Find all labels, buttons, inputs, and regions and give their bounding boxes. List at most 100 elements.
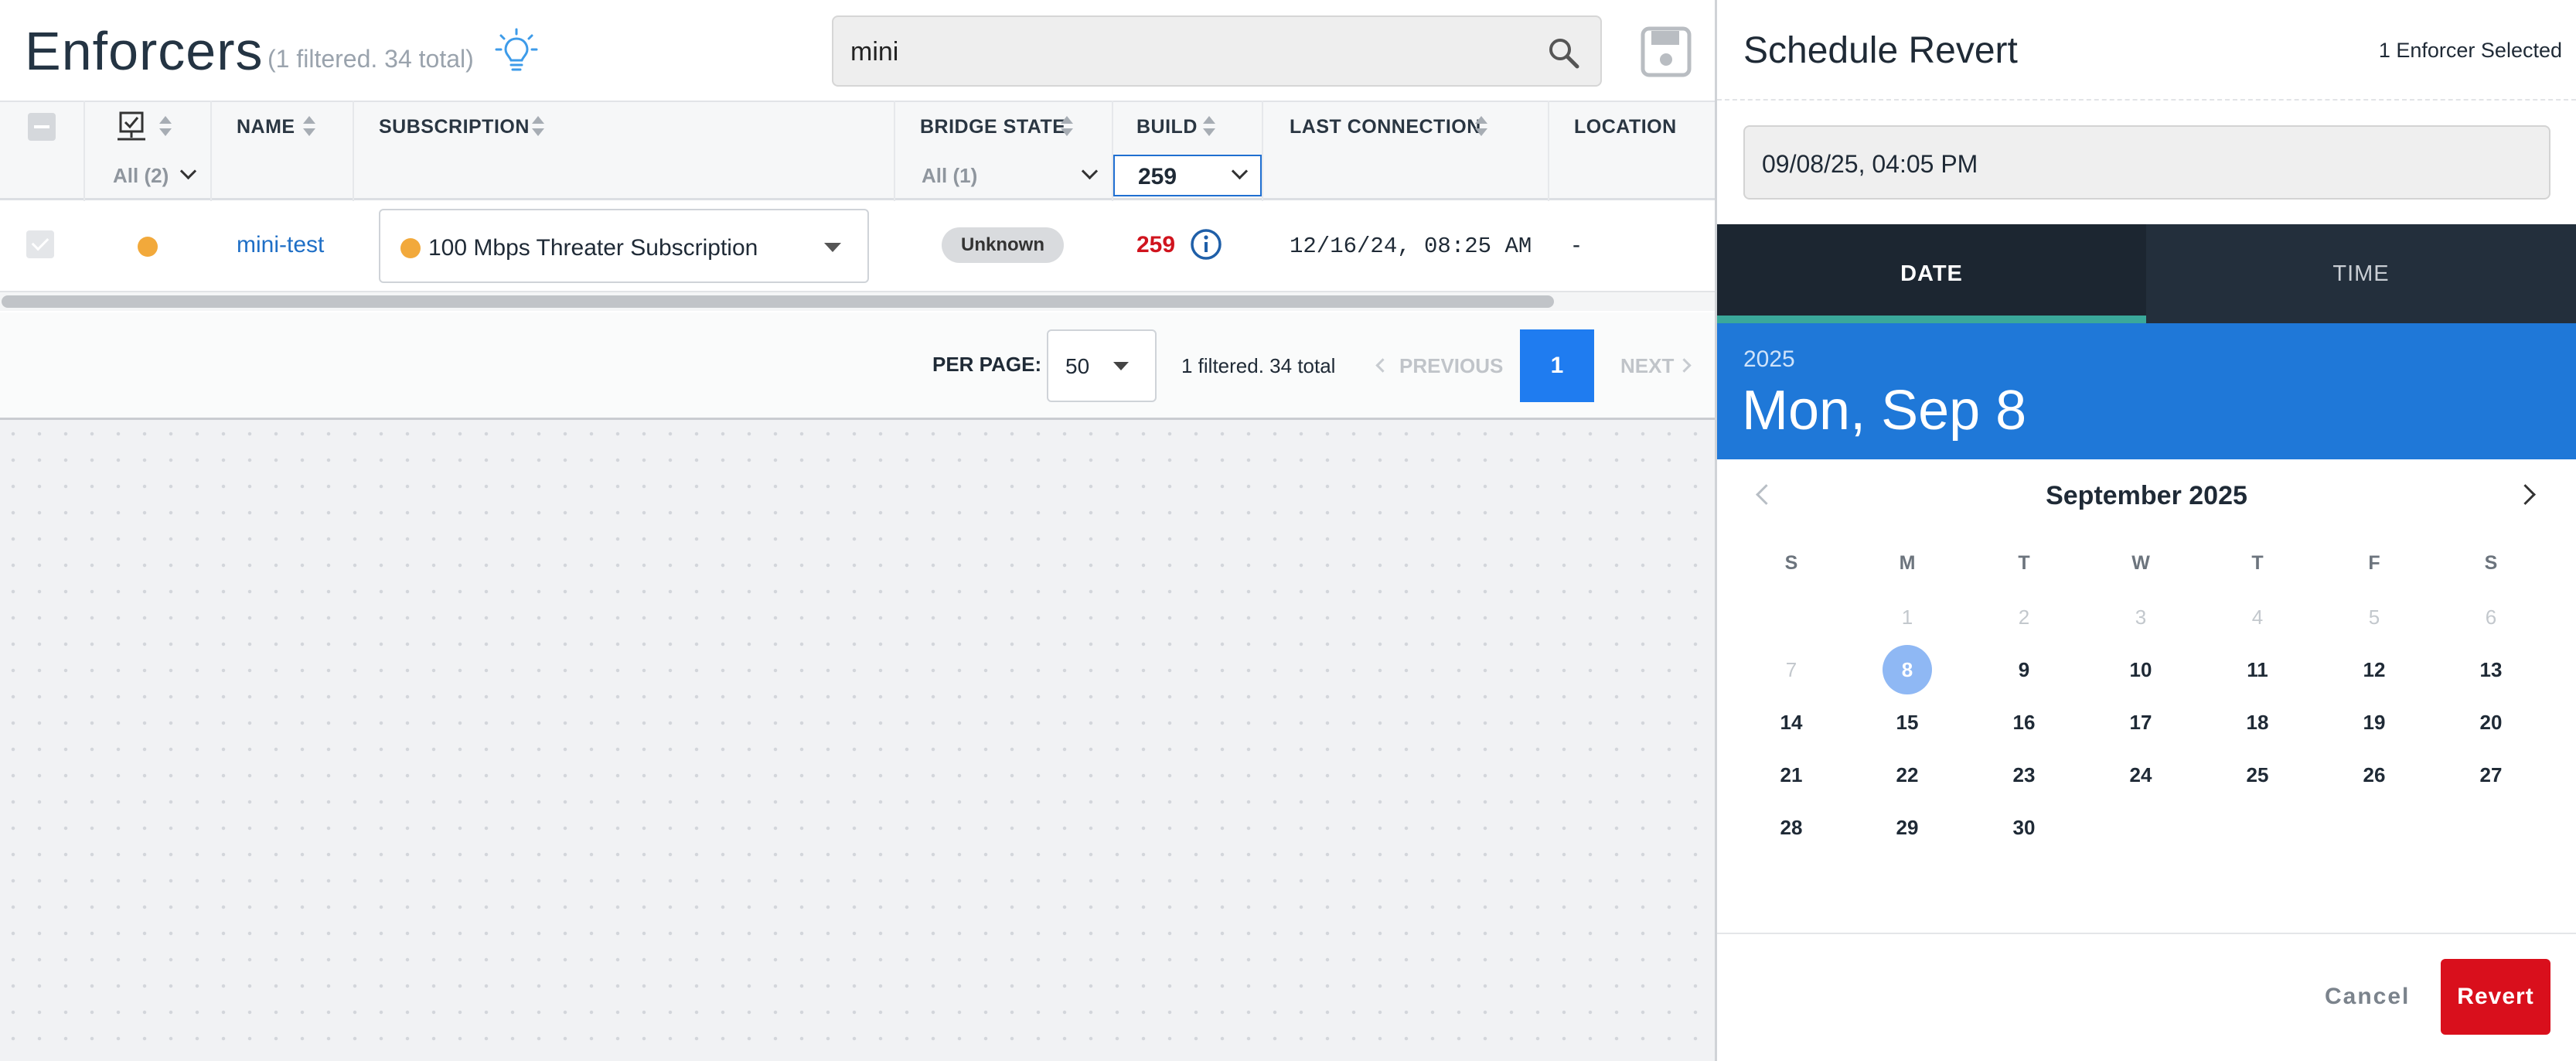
sort-bridge-state-icon[interactable] <box>1061 116 1073 138</box>
month-label: September 2025 <box>2046 481 2247 510</box>
status-indicator <box>138 237 158 257</box>
calendar-day[interactable]: 13 <box>2466 645 2516 694</box>
location-value: - <box>1573 232 1580 258</box>
divider <box>1717 99 2576 101</box>
bridge-state-filter[interactable]: All (1) <box>922 164 977 188</box>
subscription-select[interactable]: 100 Mbps Threater Subscription <box>379 209 869 283</box>
date-header: 2025 Mon, Sep 8 <box>1717 323 2576 459</box>
pagination-count: 1 filtered. 34 total <box>1181 354 1336 377</box>
table-filter-row <box>0 153 1715 200</box>
schedule-revert-panel: Schedule Revert 1 Enforcer Selected 09/0… <box>1715 0 2576 1061</box>
year-label[interactable]: 2025 <box>1743 346 1795 373</box>
divider <box>1717 933 2576 934</box>
column-header-bridge-state[interactable]: BRIDGE STATE <box>920 116 1065 138</box>
calendar-day[interactable]: 12 <box>2349 645 2399 694</box>
column-header-name[interactable]: NAME <box>237 116 295 138</box>
bridge-state-badge: Unknown <box>942 227 1064 263</box>
main-area: Enforcers (1 filtered. 34 total) mini NA… <box>0 0 1715 1061</box>
enforcer-name-link[interactable]: mini-test <box>237 232 324 258</box>
next-page-button[interactable]: NEXT <box>1620 354 1674 378</box>
build-filter[interactable]: 259 <box>1113 155 1262 196</box>
calendar-day[interactable]: 30 <box>1999 803 2049 852</box>
build-value: 259 <box>1136 232 1176 258</box>
lightbulb-icon[interactable] <box>495 28 538 77</box>
calendar-day[interactable]: 14 <box>1767 698 1816 747</box>
search-input[interactable]: mini <box>832 15 1602 87</box>
search-value: mini <box>850 37 899 67</box>
column-header-location[interactable]: LOCATION <box>1574 116 1677 138</box>
calendar-day[interactable]: 17 <box>2116 698 2165 747</box>
scrollbar-thumb[interactable] <box>2 295 1554 308</box>
subscription-status-dot <box>400 238 421 258</box>
calendar-day-disabled: 3 <box>2135 606 2147 629</box>
search-icon[interactable] <box>1546 36 1580 70</box>
picker-tabs: DATE TIME <box>1717 224 2576 323</box>
device-status-icon[interactable] <box>116 111 147 144</box>
calendar-day[interactable]: 21 <box>1767 750 1816 800</box>
sort-build-icon[interactable] <box>1203 116 1215 138</box>
info-icon[interactable] <box>1189 227 1223 261</box>
calendar-day[interactable]: 20 <box>2466 698 2516 747</box>
build-filter-value: 259 <box>1138 164 1177 189</box>
datetime-input[interactable]: 09/08/25, 04:05 PM <box>1743 125 2550 200</box>
datetime-value: 09/08/25, 04:05 PM <box>1762 150 1978 178</box>
revert-button[interactable]: Revert <box>2441 959 2550 1035</box>
panel-title: Schedule Revert <box>1743 30 2018 71</box>
calendar-day[interactable]: 16 <box>1999 698 2049 747</box>
page-title: Enforcers <box>25 21 264 81</box>
sort-last-connection-icon[interactable] <box>1475 116 1487 138</box>
selected-date-display: Mon, Sep 8 <box>1742 380 2027 442</box>
weekday-label: W <box>2131 552 2150 574</box>
sort-subscription-icon[interactable] <box>532 116 544 138</box>
sort-name-icon[interactable] <box>303 116 315 138</box>
calendar-day[interactable]: 10 <box>2116 645 2165 694</box>
calendar-day[interactable]: 29 <box>1883 803 1932 852</box>
page-button-current[interactable]: 1 <box>1520 329 1594 402</box>
calendar-day[interactable]: 28 <box>1767 803 1816 852</box>
cancel-button[interactable]: Cancel <box>2325 984 2410 1010</box>
horizontal-scrollbar[interactable] <box>0 292 1715 311</box>
calendar-day[interactable]: 27 <box>2466 750 2516 800</box>
select-all-checkbox[interactable] <box>28 113 56 141</box>
per-page-select[interactable]: 50 <box>1047 329 1157 402</box>
weekday-label: S <box>1784 552 1798 574</box>
calendar-day-disabled: 7 <box>1785 658 1797 681</box>
count-summary: (1 filtered. 34 total) <box>267 45 474 73</box>
calendar-day[interactable]: 23 <box>1999 750 2049 800</box>
tab-time[interactable]: TIME <box>2146 224 2576 323</box>
calendar-day[interactable]: 25 <box>2233 750 2282 800</box>
calendar-day[interactable]: 9 <box>1999 645 2049 694</box>
calendar-day[interactable]: 15 <box>1883 698 1932 747</box>
weekday-label: T <box>2018 552 2030 574</box>
calendar-day-disabled: 2 <box>2018 606 2030 629</box>
tab-date[interactable]: DATE <box>1717 224 2146 323</box>
calendar-day[interactable]: 24 <box>2116 750 2165 800</box>
last-connection-value: 12/16/24, 08:25 AM <box>1290 234 1532 259</box>
subscription-value: 100 Mbps Threater Subscription <box>428 235 758 261</box>
status-filter[interactable]: All (2) <box>113 164 169 188</box>
caret-down-icon <box>1113 362 1129 370</box>
calendar-day-selected[interactable]: 8 <box>1883 645 1932 694</box>
column-header-build[interactable]: BUILD <box>1136 116 1198 138</box>
calendar-day[interactable]: 11 <box>2233 645 2282 694</box>
column-header-subscription[interactable]: SUBSCRIPTION <box>379 116 530 138</box>
weekday-label: F <box>2368 552 2380 574</box>
previous-page-button[interactable]: PREVIOUS <box>1399 354 1503 378</box>
active-tab-indicator <box>1717 316 2146 323</box>
calendar-day-disabled: 5 <box>2368 606 2380 629</box>
sort-status-icon[interactable] <box>159 116 172 138</box>
weekday-label: S <box>2484 552 2498 574</box>
weekday-label: T <box>2251 552 2264 574</box>
calendar-day[interactable]: 19 <box>2349 698 2399 747</box>
calendar-day[interactable]: 26 <box>2349 750 2399 800</box>
column-header-last-connection[interactable]: LAST CONNECTION <box>1290 116 1481 138</box>
calendar-day[interactable]: 18 <box>2233 698 2282 747</box>
chevron-down-icon <box>1231 162 1249 180</box>
per-page-label: PER PAGE: <box>932 353 1042 376</box>
save-icon[interactable] <box>1641 26 1692 77</box>
weekday-label: M <box>1899 552 1916 574</box>
calendar-day[interactable]: 22 <box>1883 750 1932 800</box>
row-checkbox[interactable] <box>26 230 54 258</box>
caret-down-icon <box>824 243 841 252</box>
selected-count: 1 Enforcer Selected <box>2378 39 2562 62</box>
